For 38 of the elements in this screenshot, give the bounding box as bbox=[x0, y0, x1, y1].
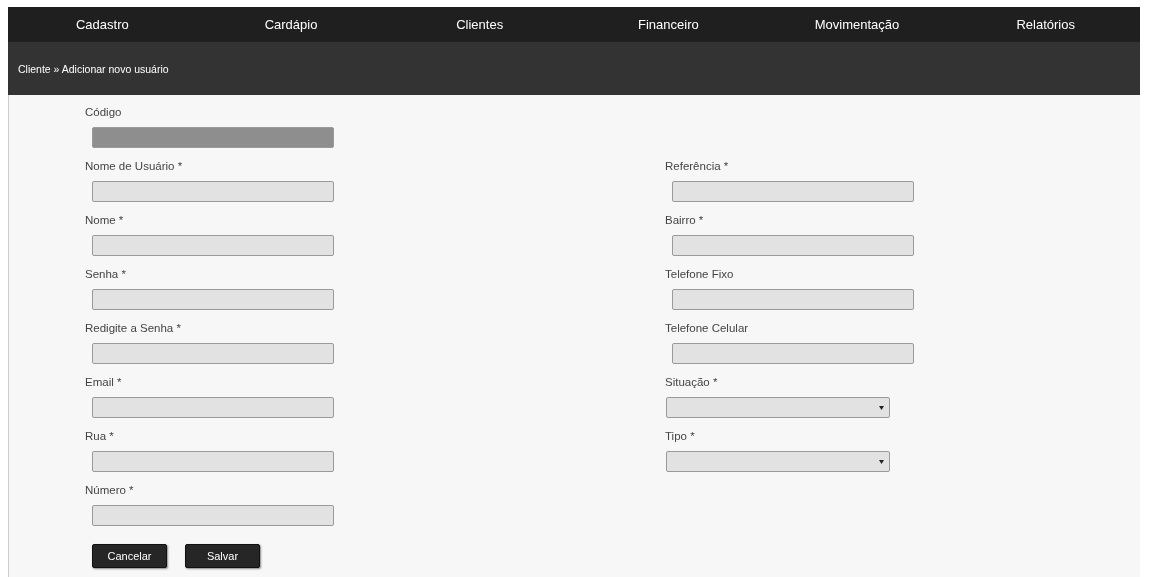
field-label: Senha * bbox=[85, 267, 126, 282]
input-field[interactable] bbox=[92, 397, 334, 418]
field-label: Rua * bbox=[85, 429, 114, 444]
input-field[interactable] bbox=[92, 505, 334, 526]
nav-link[interactable]: Movimentação bbox=[762, 17, 952, 32]
select-field[interactable] bbox=[666, 451, 890, 472]
field-label: Código bbox=[85, 105, 122, 120]
nav-link[interactable]: Financeiro bbox=[574, 17, 763, 32]
field-label: Situação * bbox=[665, 375, 718, 390]
field-label: Tipo * bbox=[665, 429, 695, 444]
input-field[interactable] bbox=[92, 451, 334, 472]
nav-link[interactable]: Cadastro bbox=[8, 17, 197, 32]
input-field[interactable] bbox=[92, 181, 334, 202]
field-label: Referência * bbox=[665, 159, 729, 174]
select-field[interactable] bbox=[666, 397, 890, 418]
nav-link[interactable]: Cardápio bbox=[196, 17, 386, 32]
nav-link[interactable]: Clientes bbox=[385, 17, 574, 32]
input-field[interactable] bbox=[92, 343, 334, 364]
breadcrumb: Cliente » Adicionar novo usuário bbox=[18, 62, 169, 75]
field-label: Número * bbox=[85, 483, 134, 498]
cancel-button[interactable]: Cancelar bbox=[92, 544, 167, 568]
dropdown-caret-icon bbox=[879, 405, 884, 410]
field-label: Bairro * bbox=[665, 213, 704, 228]
input-field[interactable] bbox=[672, 289, 914, 310]
input-field[interactable] bbox=[672, 235, 914, 256]
input-field[interactable] bbox=[672, 181, 914, 202]
field-label: Nome * bbox=[85, 213, 124, 228]
nav-link[interactable]: Relatórios bbox=[951, 17, 1141, 32]
field-label: Telefone Fixo bbox=[665, 267, 734, 282]
field-label: Redigite a Senha * bbox=[85, 321, 181, 336]
field-label: Email * bbox=[85, 375, 122, 390]
field-label: Telefone Celular bbox=[665, 321, 749, 336]
dropdown-caret-icon bbox=[879, 459, 884, 464]
field-label: Nome de Usuário * bbox=[85, 159, 183, 174]
input-field[interactable] bbox=[672, 343, 914, 364]
input-field[interactable] bbox=[92, 235, 334, 256]
save-button[interactable]: Salvar bbox=[185, 544, 260, 568]
input-field[interactable] bbox=[92, 289, 334, 310]
